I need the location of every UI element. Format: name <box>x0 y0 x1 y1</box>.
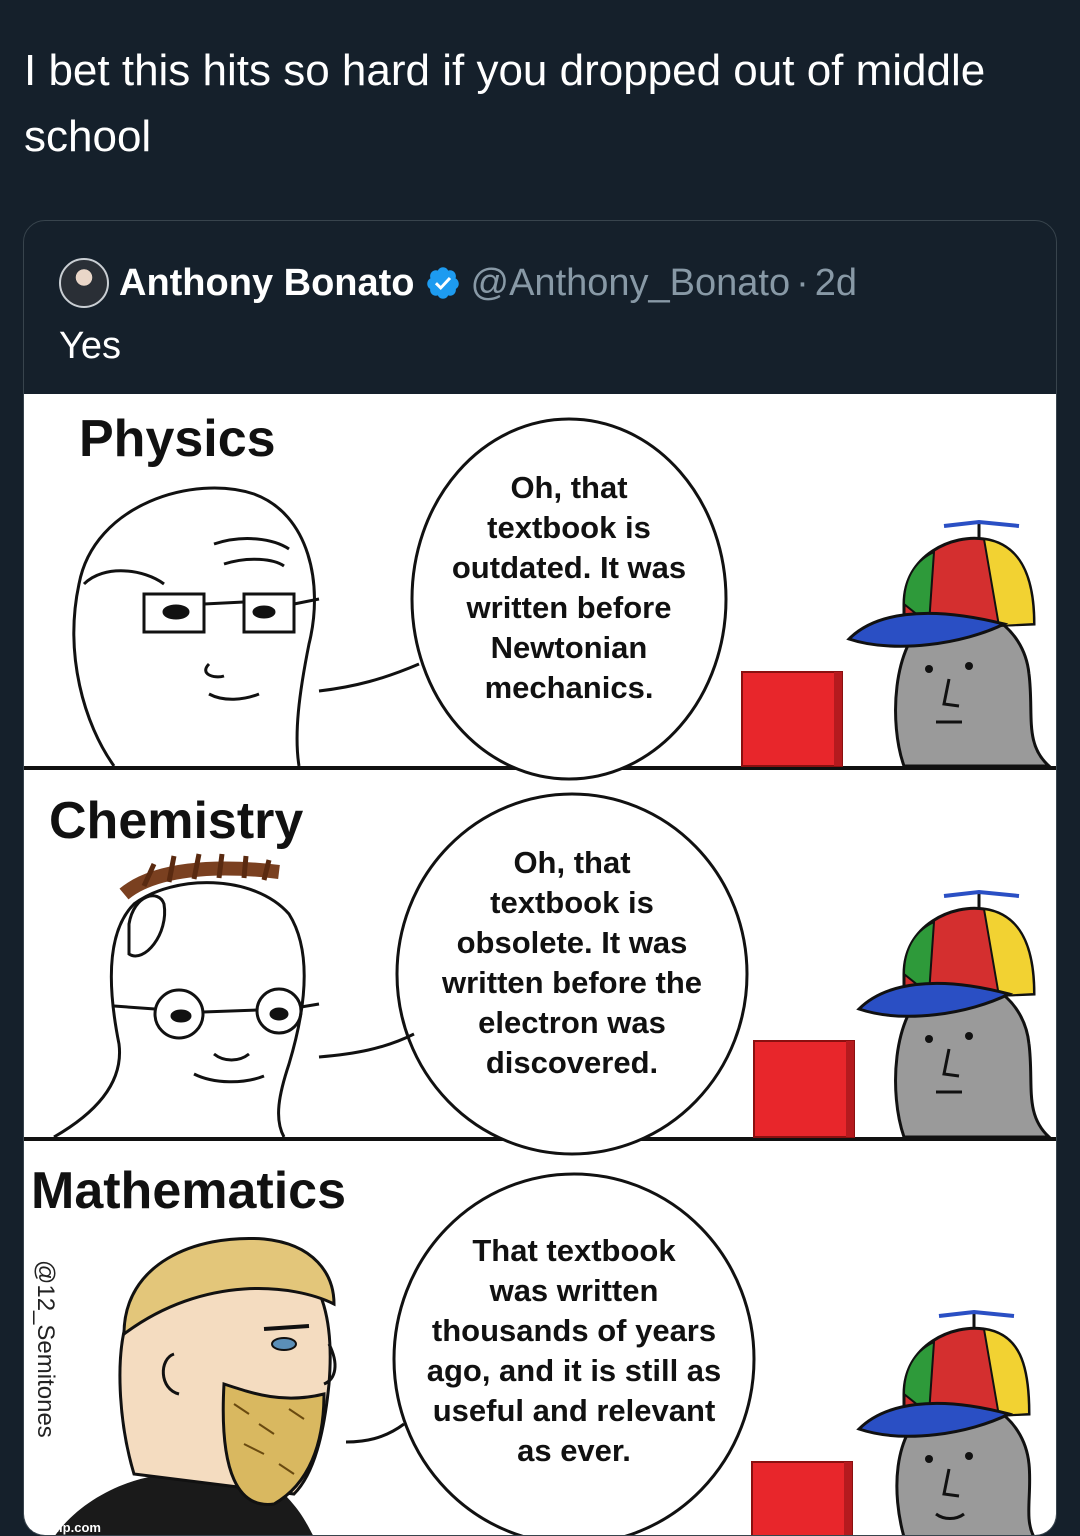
imgflip-watermark: imgflip.com <box>28 1520 101 1535</box>
svg-text:useful and relevant: useful and relevant <box>433 1393 716 1428</box>
svg-text:textbook is: textbook is <box>487 510 651 545</box>
npc-propeller-hat-character <box>856 1309 1035 1535</box>
quoted-tweet-text: Yes <box>59 325 121 367</box>
quoted-tweet-card[interactable]: Anthony Bonato @Anthony_Bonato · 2d Yes … <box>23 220 1057 1536</box>
svg-text:written before: written before <box>466 590 672 625</box>
panel-physics: Physics Oh, that textbook is outdated. I… <box>72 410 1053 781</box>
verified-badge-icon <box>426 267 459 299</box>
tweet-timestamp[interactable]: 2d <box>815 262 857 305</box>
svg-text:Oh, that: Oh, that <box>510 470 627 505</box>
svg-text:outdated. It was: outdated. It was <box>452 550 686 585</box>
svg-text:was written: was written <box>489 1273 659 1308</box>
svg-text:written before the: written before the <box>441 965 702 1000</box>
tweet-text: I bet this hits so hard if you dropped o… <box>24 46 986 161</box>
comic-svg: Physics Oh, that textbook is outdated. I… <box>24 410 1056 1535</box>
red-textbook-spine <box>834 672 842 766</box>
panel-mathematics: Mathematics @12_Semitones That textbook … <box>31 1162 1035 1535</box>
red-textbook-spine <box>846 1041 854 1137</box>
separator-dot: · <box>796 261 809 304</box>
author-avatar[interactable] <box>59 258 109 308</box>
panel-title: Physics <box>79 410 276 468</box>
svg-text:Oh, that: Oh, that <box>513 845 630 880</box>
panel-chemistry: Chemistry Oh, that textbook is obsolete.… <box>49 792 1053 1156</box>
red-textbook-spine <box>844 1462 852 1535</box>
panel-title: Mathematics <box>31 1162 346 1220</box>
svg-text:as ever.: as ever. <box>517 1433 631 1468</box>
wojak-glasses-character <box>72 486 320 767</box>
quoted-tweet-header: Anthony Bonato @Anthony_Bonato · 2d <box>59 255 857 311</box>
comic-image[interactable]: Physics Oh, that textbook is outdated. I… <box>24 394 1056 1535</box>
author-name[interactable]: Anthony Bonato <box>119 262 415 305</box>
red-textbook <box>751 1461 853 1535</box>
panel-title: Chemistry <box>49 792 303 850</box>
red-textbook <box>753 1040 855 1138</box>
svg-text:Newtonian: Newtonian <box>491 630 648 665</box>
svg-text:discovered.: discovered. <box>486 1045 658 1080</box>
svg-text:obsolete. It was: obsolete. It was <box>457 925 688 960</box>
chad-bearded-character <box>55 1236 337 1535</box>
artist-credit: @12_Semitones <box>32 1260 59 1438</box>
red-textbook <box>741 671 843 767</box>
svg-text:ago, and it is still as: ago, and it is still as <box>427 1353 722 1388</box>
svg-text:thousands of years: thousands of years <box>432 1313 716 1348</box>
author-handle[interactable]: @Anthony_Bonato <box>471 262 791 305</box>
svg-text:electron was: electron was <box>478 1005 666 1040</box>
svg-text:mechanics.: mechanics. <box>485 670 654 705</box>
npc-propeller-hat-character <box>856 889 1053 1139</box>
npc-propeller-hat-character <box>846 519 1053 768</box>
svg-text:That textbook: That textbook <box>472 1233 676 1268</box>
svg-text:textbook is: textbook is <box>490 885 654 920</box>
wojak-round-glasses-character <box>53 853 320 1139</box>
